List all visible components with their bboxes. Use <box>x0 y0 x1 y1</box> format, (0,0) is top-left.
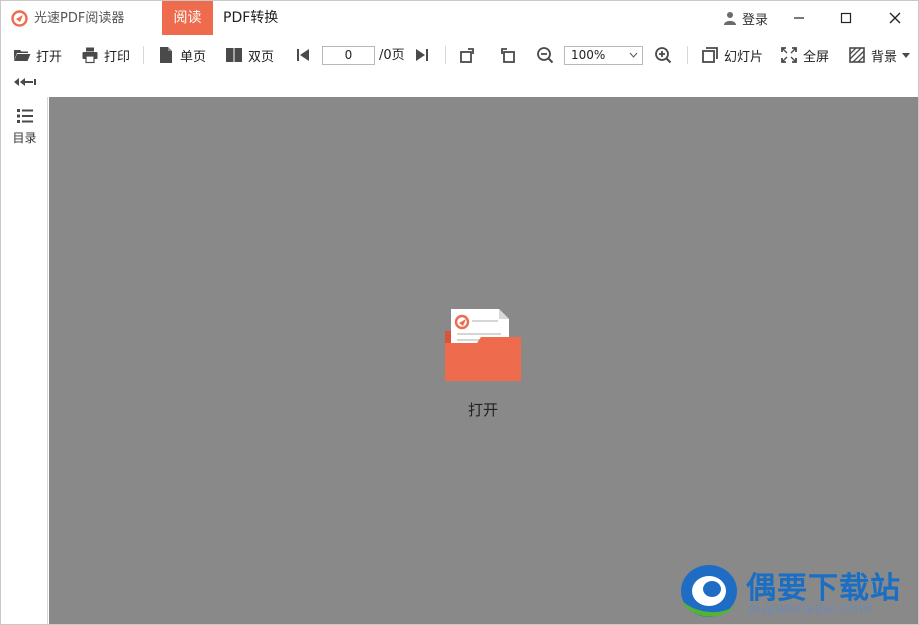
tab-read[interactable]: 阅读 <box>162 1 213 35</box>
fullscreen-button[interactable]: 全屏 <box>780 45 829 65</box>
app-title: 光速PDF阅读器 <box>34 11 125 26</box>
login-button[interactable]: 登录 <box>723 9 769 28</box>
title-bar: 光速PDF阅读器 阅读 PDF转换 登录 <box>1 1 918 35</box>
minimize-button[interactable] <box>786 5 812 31</box>
toc-label: 目录 <box>12 131 37 145</box>
toolbar-divider <box>445 46 446 64</box>
printer-icon <box>82 47 98 64</box>
double-page-label: 双页 <box>248 49 275 65</box>
open-label: 打开 <box>467 401 498 419</box>
sidebar: 目录 <box>1 97 48 624</box>
slideshow-button[interactable]: 幻灯片 <box>701 45 763 65</box>
fullscreen-icon <box>781 47 797 63</box>
skip-last-icon <box>416 49 428 61</box>
zoom-in-button[interactable] <box>654 45 672 65</box>
background-button[interactable]: 背景 <box>848 45 911 65</box>
tab-pdf-convert[interactable]: PDF转换 <box>213 1 288 35</box>
close-icon <box>889 12 901 24</box>
background-pattern-icon <box>849 47 865 63</box>
zoom-in-icon <box>655 47 672 64</box>
document-area: 打开 偶要下载站 ouyaoxiazai.com <box>49 97 918 624</box>
toolbar-divider <box>143 46 144 64</box>
watermark-logo-icon <box>681 565 737 617</box>
folder-open-icon <box>14 50 31 61</box>
toolbar-divider <box>687 46 688 64</box>
zoom-out-button[interactable] <box>536 45 554 65</box>
app-logo-icon <box>11 10 28 27</box>
watermark: 偶要下载站 ouyaoxiazai.com <box>676 561 916 623</box>
login-label: 登录 <box>742 12 769 28</box>
single-page-icon <box>160 47 172 63</box>
first-page-button[interactable] <box>294 45 312 65</box>
open-label: 打开 <box>36 49 63 65</box>
folder-document-icon <box>445 309 521 381</box>
close-button[interactable] <box>882 5 908 31</box>
chevron-down-icon <box>629 52 638 58</box>
zoom-select[interactable]: 100% <box>564 46 643 65</box>
single-page-button[interactable]: 单页 <box>157 45 206 65</box>
open-file-button[interactable]: 打开 <box>443 307 523 419</box>
caret-down-icon <box>902 52 911 58</box>
rotate-right-button[interactable] <box>459 45 477 65</box>
maximize-button[interactable] <box>833 5 859 31</box>
collapse-toolbar-button[interactable] <box>13 76 37 88</box>
toolbar: 打开 打印 单页 双页 0 /0页 100% 幻灯片 全屏 背景 <box>1 35 918 97</box>
slideshow-icon <box>702 47 718 63</box>
double-page-button[interactable]: 双页 <box>225 45 274 65</box>
open-button[interactable]: 打开 <box>13 45 62 65</box>
page-total: /0页 <box>379 48 405 63</box>
fullscreen-label: 全屏 <box>803 49 830 65</box>
rotate-left-icon <box>501 48 515 63</box>
print-button[interactable]: 打印 <box>81 45 130 65</box>
background-label: 背景 <box>871 49 898 65</box>
rotate-left-button[interactable] <box>498 45 516 65</box>
rotate-right-icon <box>460 48 474 63</box>
minimize-icon <box>794 17 804 19</box>
print-label: 打印 <box>104 49 131 65</box>
page-number-input[interactable]: 0 <box>322 46 375 65</box>
zoom-value: 100% <box>571 48 606 62</box>
table-of-contents-button[interactable]: 目录 <box>1 109 48 145</box>
watermark-url: ouyaoxiazai.com <box>748 601 873 617</box>
zoom-out-icon <box>537 47 554 64</box>
double-page-icon <box>226 48 242 62</box>
last-page-button[interactable] <box>413 45 431 65</box>
list-icon <box>16 109 33 123</box>
app-window: 光速PDF阅读器 阅读 PDF转换 登录 打开 打印 单页 双页 0 /0页 1… <box>0 0 919 625</box>
maximize-icon <box>840 12 852 24</box>
double-arrow-left-icon <box>14 78 36 86</box>
skip-first-icon <box>297 49 309 61</box>
slideshow-label: 幻灯片 <box>724 49 764 65</box>
user-icon <box>724 12 736 25</box>
single-page-label: 单页 <box>180 49 207 65</box>
